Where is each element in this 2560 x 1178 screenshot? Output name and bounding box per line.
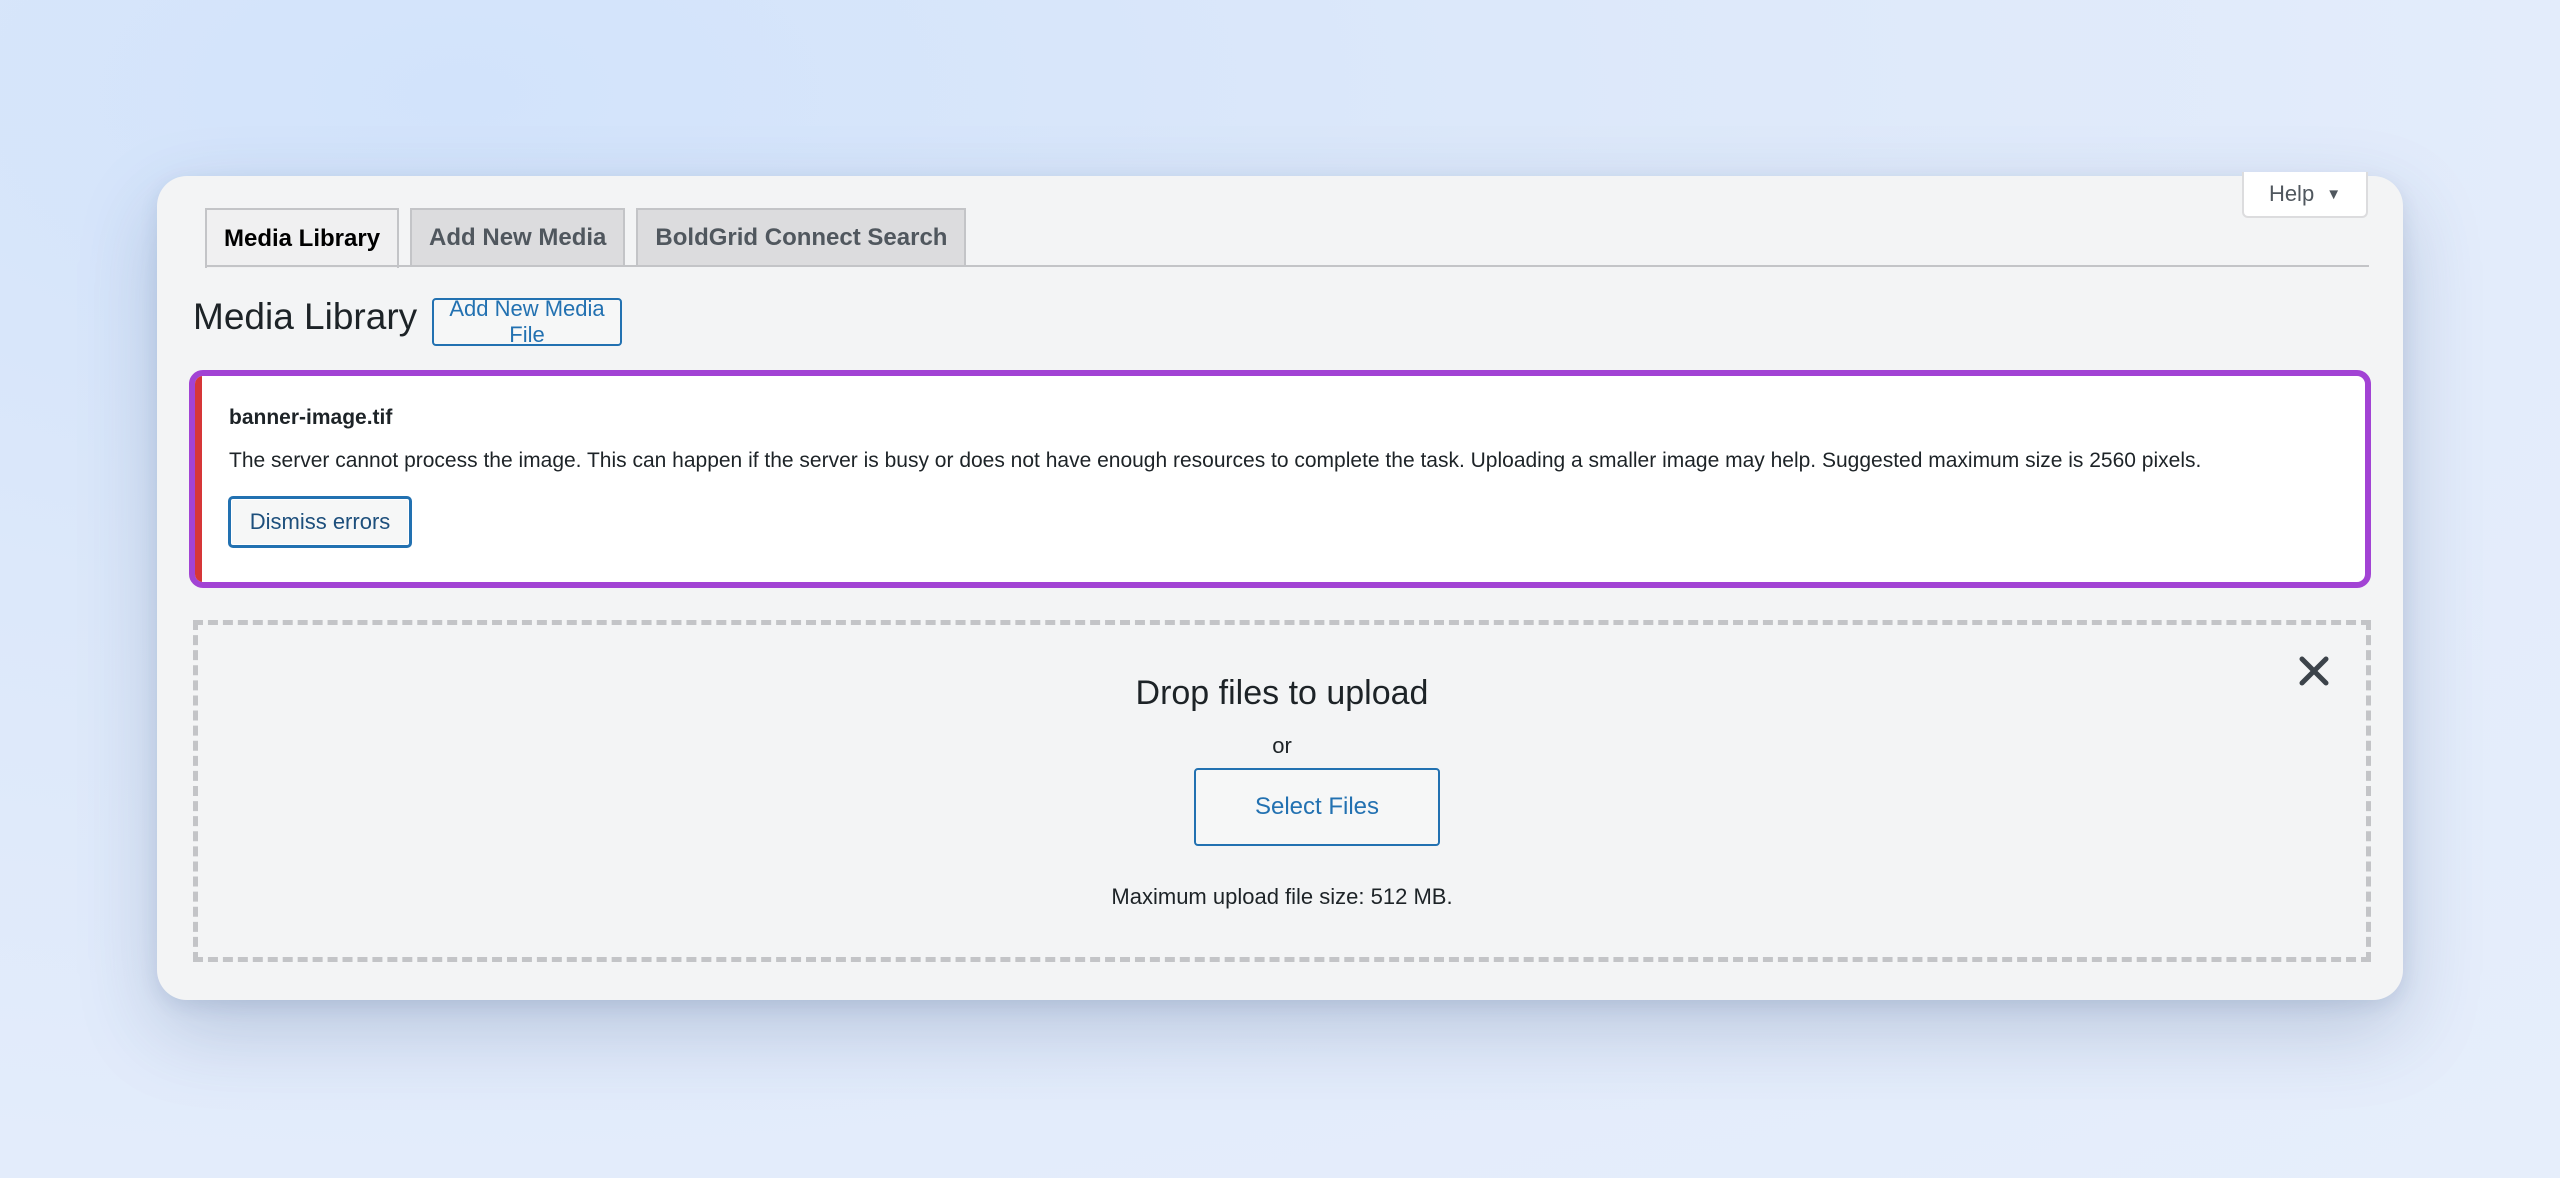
max-upload-size-text: Maximum upload file size: 512 MB. xyxy=(1111,884,1453,909)
tab-media-library[interactable]: Media Library xyxy=(205,208,400,268)
select-files-button[interactable]: Select Files xyxy=(1194,768,1440,846)
tab-add-new-media[interactable]: Add New Media xyxy=(410,208,626,266)
drop-or-text: or xyxy=(1272,733,1292,758)
help-label: Help xyxy=(2268,181,2315,206)
tab-boldgrid-connect-search[interactable]: BoldGrid Connect Search xyxy=(636,208,967,266)
add-new-media-file-button[interactable]: Add New Media File xyxy=(432,296,622,347)
tabs-divider xyxy=(205,265,2369,267)
media-tabs: Media Library Add New Media BoldGrid Con… xyxy=(205,208,967,268)
drop-files-title: Drop files to upload xyxy=(1135,674,1429,712)
error-accent-bar xyxy=(195,376,202,582)
caret-down-icon: ▼ xyxy=(2326,185,2342,203)
error-filename: banner-image.tif xyxy=(229,406,393,429)
upload-error-notice: banner-image.tif The server cannot proce… xyxy=(189,370,2371,588)
media-library-window: Help ▼ Media Library Add New Media BoldG… xyxy=(157,172,2403,1000)
page-title: Media Library xyxy=(193,296,418,337)
help-button[interactable]: Help ▼ xyxy=(2242,172,2368,218)
dismiss-errors-button[interactable]: Dismiss errors xyxy=(228,496,412,548)
error-message: The server cannot process the image. Thi… xyxy=(229,449,2202,472)
upload-dropzone[interactable]: Drop files to upload or Select Files Max… xyxy=(193,620,2371,962)
